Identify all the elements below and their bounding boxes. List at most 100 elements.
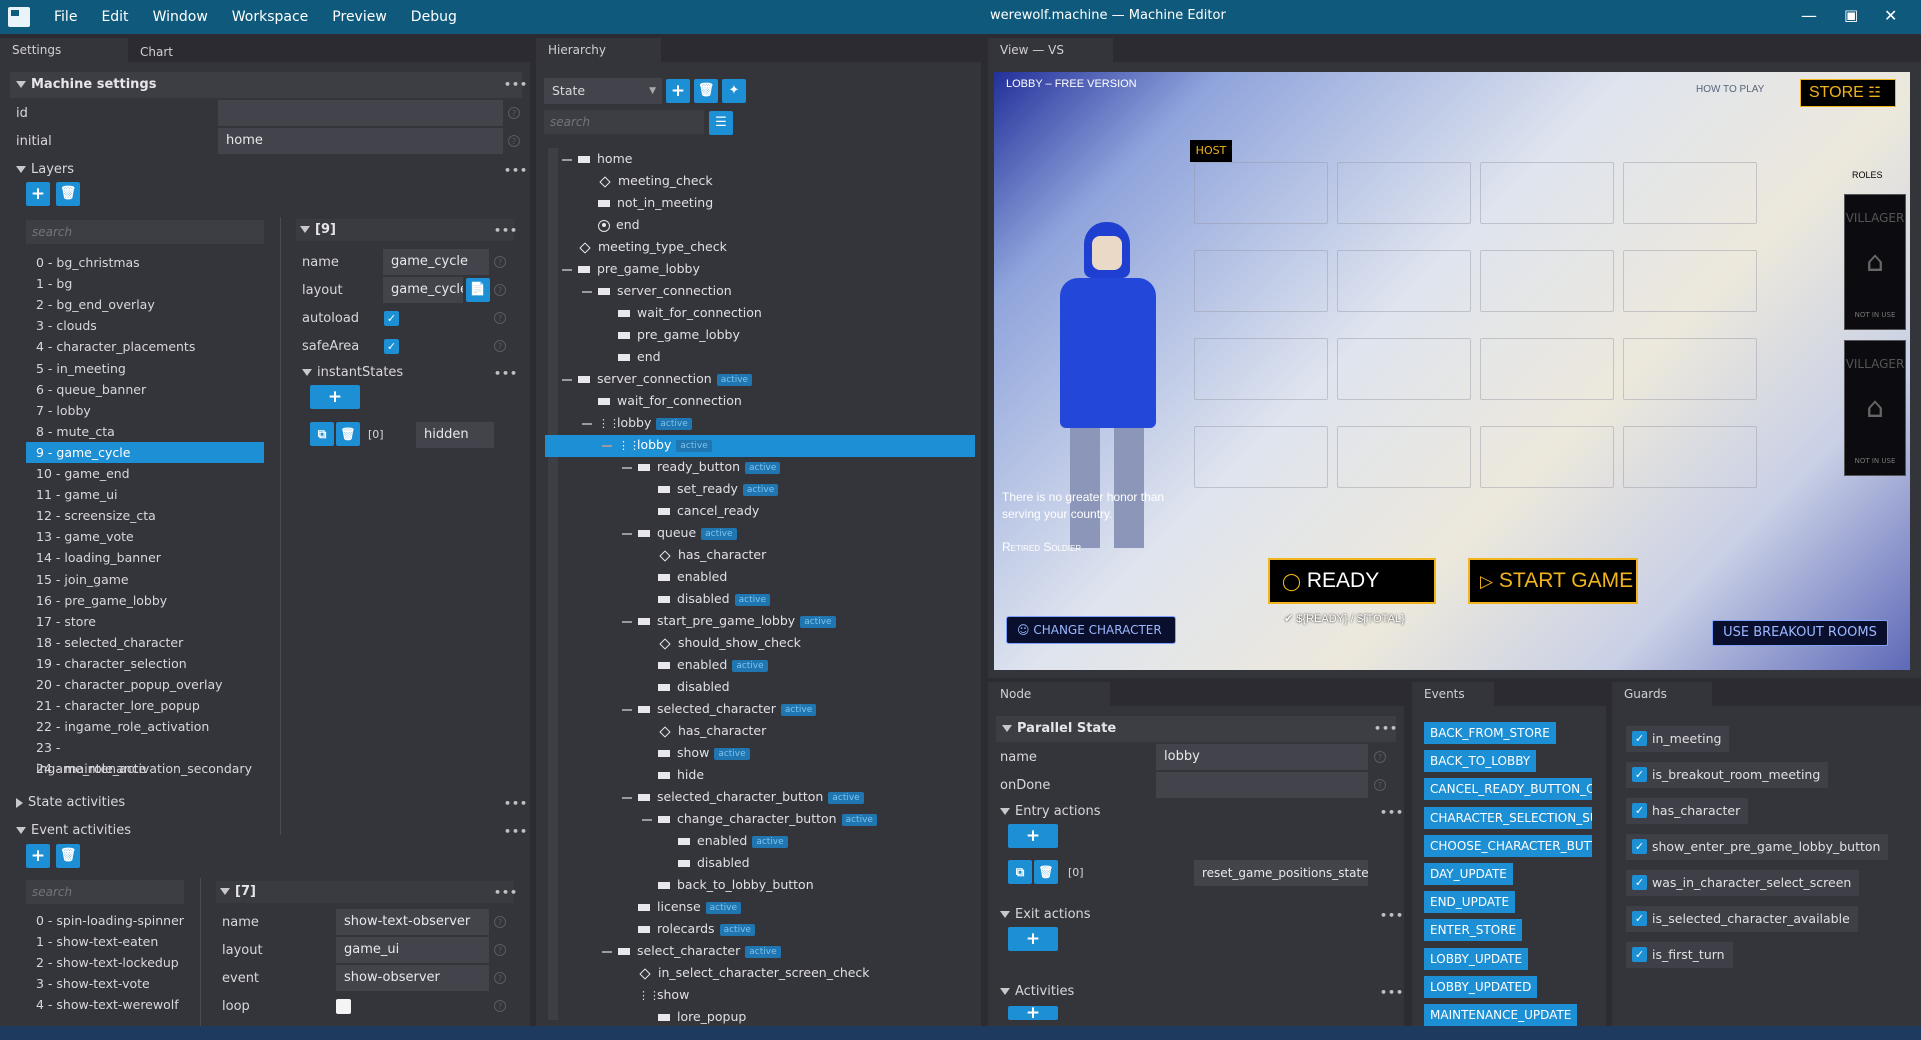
help-icon[interactable]: ? bbox=[508, 135, 520, 147]
tree-node[interactable]: meeting_type_check bbox=[562, 236, 727, 258]
delete-event-activity-button[interactable]: 🗑 bbox=[56, 844, 80, 868]
layer-item[interactable]: 10 - game_end bbox=[26, 463, 264, 484]
minimize-icon[interactable]: — bbox=[1801, 6, 1817, 25]
parallel-state-header[interactable]: Parallel State bbox=[996, 716, 1396, 742]
more-icon[interactable]: ••• bbox=[1380, 909, 1404, 922]
add-event-activity-button[interactable]: + bbox=[26, 844, 50, 868]
player-slot[interactable] bbox=[1194, 338, 1328, 400]
event-detail-header[interactable]: [7] bbox=[216, 881, 514, 903]
add-state-button[interactable]: + bbox=[666, 79, 690, 103]
id-field[interactable] bbox=[218, 100, 503, 126]
event-chip[interactable]: CHOOSE_CHARACTER_BUTT bbox=[1424, 834, 1592, 857]
layer-item[interactable]: 19 - character_selection bbox=[26, 653, 264, 674]
tree-node[interactable]: lore_popup bbox=[642, 1006, 746, 1028]
player-slot[interactable] bbox=[1480, 338, 1614, 400]
help-icon[interactable]: ? bbox=[508, 107, 520, 119]
guard-checkbox[interactable]: ✓ bbox=[1632, 731, 1647, 746]
tree-node[interactable]: set_ready active bbox=[642, 478, 779, 500]
tree-node[interactable]: disabled bbox=[642, 676, 730, 698]
layer-item[interactable]: 3 - clouds bbox=[26, 315, 264, 336]
maximize-icon[interactable]: ▣ bbox=[1844, 6, 1858, 24]
event-chip[interactable]: CANCEL_READY_BUTTON_CL bbox=[1424, 778, 1592, 801]
ready-button[interactable]: ◯ READY bbox=[1268, 558, 1436, 604]
activities-header[interactable]: Activities bbox=[1000, 984, 1074, 999]
exit-actions-header[interactable]: Exit actions bbox=[1000, 907, 1091, 922]
delete-state-button[interactable]: 🗑 bbox=[694, 79, 718, 103]
layer-item[interactable]: 14 - loading_banner bbox=[26, 547, 264, 568]
tab-chart[interactable]: Chart bbox=[128, 40, 253, 64]
add-instant-state-button[interactable]: + bbox=[310, 385, 360, 409]
collapse-icon[interactable] bbox=[642, 818, 652, 821]
collapse-icon[interactable] bbox=[622, 532, 632, 535]
event-activity-item[interactable]: 4 - show-text-werewolf bbox=[26, 994, 196, 1015]
menu-edit[interactable]: Edit bbox=[101, 9, 128, 25]
tree-node[interactable]: disabled bbox=[662, 852, 750, 874]
tree-node[interactable]: ⋮⋮lobby active bbox=[602, 434, 712, 456]
layer-item[interactable]: 5 - in_meeting bbox=[26, 358, 264, 379]
delete-icon[interactable]: 🗑 bbox=[1034, 860, 1058, 884]
more-icon[interactable]: ••• bbox=[494, 886, 518, 899]
collapse-icon[interactable] bbox=[602, 444, 612, 447]
tree-node[interactable]: selected_character active bbox=[622, 698, 817, 720]
event-activity-item[interactable]: 3 - show-text-vote bbox=[26, 973, 196, 994]
player-slot[interactable] bbox=[1623, 426, 1757, 488]
player-slot[interactable] bbox=[1623, 250, 1757, 312]
event-activities-header[interactable]: Event activities bbox=[16, 823, 131, 838]
layer-item[interactable]: 17 - store bbox=[26, 611, 264, 632]
tree-node[interactable]: end bbox=[602, 346, 661, 368]
menu-window[interactable]: Window bbox=[153, 9, 208, 25]
tree-node[interactable]: pre_game_lobby bbox=[562, 258, 700, 280]
event-activity-item[interactable]: 2 - show-text-lockedup bbox=[26, 952, 196, 973]
more-icon[interactable]: ••• bbox=[1380, 986, 1404, 999]
delete-layer-button[interactable]: 🗑 bbox=[56, 182, 80, 206]
layer-item[interactable]: 9 - game_cycle bbox=[26, 441, 264, 463]
collapse-icon[interactable] bbox=[622, 708, 632, 711]
guard-item[interactable]: ✓ in_meeting bbox=[1626, 726, 1730, 752]
collapse-icon[interactable] bbox=[562, 268, 572, 271]
add-entry-action-button[interactable]: + bbox=[1008, 824, 1058, 848]
villager-card[interactable]: VILLAGER ⌂ NOT IN USE bbox=[1844, 194, 1906, 330]
tab-guards[interactable]: Guards bbox=[1612, 682, 1712, 706]
event-chip[interactable]: LOBBY_UPDATED bbox=[1424, 975, 1538, 998]
help-icon[interactable]: ? bbox=[494, 284, 506, 296]
tree-node[interactable]: disabled active bbox=[642, 588, 770, 610]
game-preview[interactable]: LOBBY – FREE VERSION HOW TO PLAY STORE ☳… bbox=[994, 72, 1910, 670]
tree-node[interactable]: rolecards active bbox=[622, 918, 755, 940]
menu-debug[interactable]: Debug bbox=[411, 9, 457, 25]
safearea-checkbox[interactable]: ✓ bbox=[384, 339, 399, 354]
tree-node[interactable]: meeting_check bbox=[582, 170, 713, 192]
help-icon[interactable]: ? bbox=[494, 340, 506, 352]
event-layout-field[interactable]: game_ui bbox=[336, 937, 489, 963]
state-activities-header[interactable]: State activities bbox=[16, 795, 125, 810]
layer-item[interactable]: 23 - ingame_role_activation_secondary bbox=[26, 737, 264, 776]
event-chip[interactable]: MAINTENANCE_UPDATE bbox=[1424, 1004, 1578, 1026]
loop-checkbox[interactable] bbox=[336, 999, 351, 1014]
layer-item[interactable]: 13 - game_vote bbox=[26, 526, 264, 547]
hierarchy-search-input[interactable]: search bbox=[544, 110, 704, 134]
entry-action-field[interactable]: reset_game_positions_state bbox=[1194, 860, 1369, 886]
tree-node[interactable]: enabled bbox=[642, 566, 727, 588]
tree-node[interactable]: ⋮⋮show bbox=[622, 984, 689, 1006]
tree-node[interactable]: selected_character_button active bbox=[622, 786, 864, 808]
entry-actions-header[interactable]: Entry actions bbox=[1000, 804, 1101, 819]
event-search-input[interactable]: search bbox=[26, 880, 184, 904]
instant-states-header[interactable]: instantStates bbox=[302, 365, 403, 380]
collapse-icon[interactable] bbox=[562, 378, 572, 381]
layer-item[interactable]: 20 - character_popup_overlay bbox=[26, 674, 264, 695]
add-layer-button[interactable]: + bbox=[26, 182, 50, 206]
tree-node[interactable]: wait_for_connection bbox=[582, 390, 742, 412]
autoload-checkbox[interactable]: ✓ bbox=[384, 311, 399, 326]
collapse-icon[interactable] bbox=[602, 950, 612, 953]
guard-item[interactable]: ✓ is_breakout_room_meeting bbox=[1626, 762, 1829, 788]
tree-node[interactable]: server_connection active bbox=[562, 368, 753, 390]
help-icon[interactable]: ? bbox=[1374, 751, 1386, 763]
event-chip[interactable]: ENTER_STORE bbox=[1424, 919, 1523, 942]
player-slot[interactable] bbox=[1337, 338, 1471, 400]
event-chip[interactable]: CHARACTER_SELECTION_SU bbox=[1424, 806, 1592, 829]
use-breakout-rooms-button[interactable]: USE BREAKOUT ROOMS bbox=[1712, 620, 1888, 646]
guard-item[interactable]: ✓ is_selected_character_available bbox=[1626, 906, 1858, 932]
more-icon[interactable]: ••• bbox=[1380, 806, 1404, 819]
player-slot[interactable] bbox=[1623, 162, 1757, 224]
tree-node[interactable]: end bbox=[582, 214, 640, 236]
guard-item[interactable]: ✓ has_character bbox=[1626, 798, 1749, 824]
